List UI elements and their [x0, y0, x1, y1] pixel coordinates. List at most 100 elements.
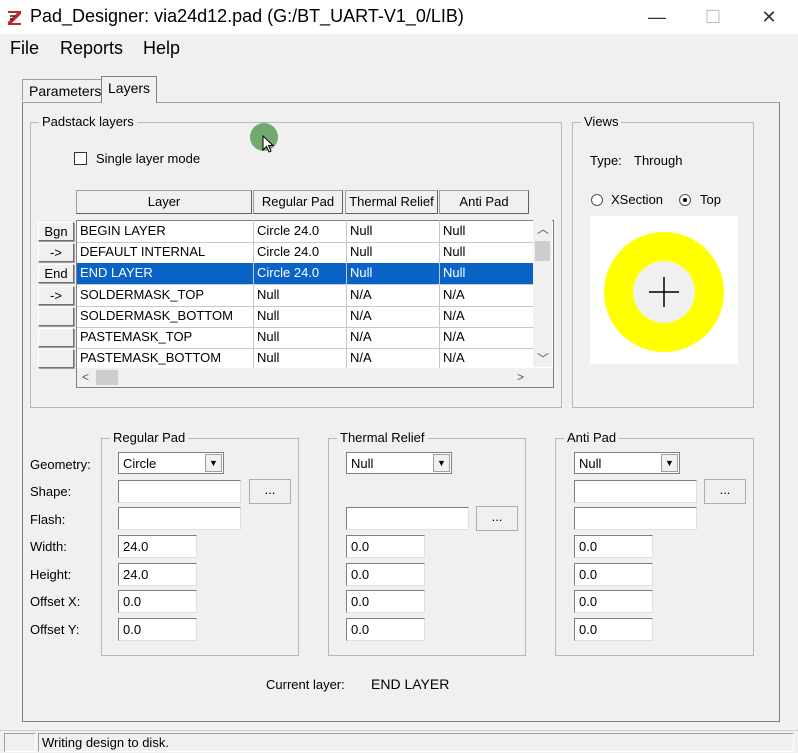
- column-header-anti-pad[interactable]: Anti Pad: [439, 190, 529, 214]
- geometry-label: Geometry:: [30, 457, 91, 472]
- table-cell-layer[interactable]: DEFAULT INTERNAL: [80, 244, 205, 259]
- regular-flash-field[interactable]: [118, 507, 241, 530]
- table-cell-regular[interactable]: Circle 24.0: [257, 265, 319, 280]
- thermal-flash-browse-button[interactable]: ...: [476, 506, 518, 531]
- anti-offset-x-field[interactable]: 0.0: [574, 590, 653, 613]
- table-horizontal-scrollbar[interactable]: < >: [77, 368, 553, 387]
- table-cell-layer[interactable]: SOLDERMASK_BOTTOM: [80, 308, 233, 323]
- table-cell-layer[interactable]: PASTEMASK_BOTTOM: [80, 350, 221, 365]
- regular-height-field[interactable]: 24.0: [118, 563, 197, 586]
- menu-file[interactable]: File: [10, 38, 39, 59]
- single-layer-mode-checkbox[interactable]: [74, 152, 87, 165]
- table-cell-regular[interactable]: Circle 24.0: [257, 244, 319, 259]
- scroll-up-icon[interactable]: ︿: [537, 220, 549, 237]
- thermal-geometry-select[interactable]: Null ▼: [346, 452, 452, 474]
- table-cell-anti[interactable]: N/A: [443, 329, 465, 344]
- row-button[interactable]: Bgn: [38, 222, 74, 241]
- regular-shape-browse-button[interactable]: ...: [249, 479, 291, 504]
- menu-help[interactable]: Help: [143, 38, 180, 59]
- table-cell-layer[interactable]: END LAYER: [80, 265, 153, 280]
- table-vertical-scrollbar[interactable]: ︿ ﹀: [533, 220, 552, 367]
- scroll-left-icon[interactable]: <: [82, 370, 89, 384]
- table-cell-thermal[interactable]: Null: [350, 244, 372, 259]
- chevron-down-icon[interactable]: ▼: [205, 454, 222, 472]
- table-cell-layer[interactable]: SOLDERMASK_TOP: [80, 287, 204, 302]
- anti-shape-field[interactable]: [574, 480, 697, 503]
- table-cell-anti[interactable]: Null: [443, 223, 465, 238]
- scroll-right-icon[interactable]: >: [517, 370, 524, 384]
- top-view-label: Top: [700, 192, 721, 207]
- table-cell-thermal[interactable]: N/A: [350, 308, 372, 323]
- table-row[interactable]: END LAYER Circle 24.0 Null Null: [77, 263, 533, 284]
- table-cell-anti[interactable]: Null: [443, 244, 465, 259]
- scroll-down-icon[interactable]: ﹀: [537, 350, 549, 367]
- table-cell-regular[interactable]: Null: [257, 350, 279, 365]
- regular-width-field[interactable]: 24.0: [118, 535, 197, 558]
- column-header-layer[interactable]: Layer: [76, 190, 252, 214]
- regular-geometry-select[interactable]: Circle ▼: [118, 452, 224, 474]
- table-row[interactable]: PASTEMASK_TOP Null N/A N/A: [77, 327, 533, 348]
- table-cell-thermal[interactable]: N/A: [350, 329, 372, 344]
- anti-flash-field[interactable]: [574, 507, 697, 530]
- anti-height-field[interactable]: 0.0: [574, 563, 653, 586]
- anti-geometry-select[interactable]: Null ▼: [574, 452, 680, 474]
- table-cell-anti[interactable]: N/A: [443, 350, 465, 365]
- height-label: Height:: [30, 567, 72, 582]
- column-header-regular-pad[interactable]: Regular Pad: [253, 190, 343, 214]
- vertical-scroll-thumb[interactable]: [535, 241, 550, 261]
- chevron-down-icon[interactable]: ▼: [661, 454, 678, 472]
- row-button[interactable]: ->: [38, 243, 74, 262]
- table-cell-layer[interactable]: PASTEMASK_TOP: [80, 329, 192, 344]
- thermal-height-field[interactable]: 0.0: [346, 563, 425, 586]
- row-button[interactable]: [38, 328, 74, 347]
- row-button[interactable]: [38, 307, 74, 326]
- table-cell-thermal[interactable]: N/A: [350, 350, 372, 365]
- chevron-down-icon[interactable]: ▼: [433, 454, 450, 472]
- regular-shape-field[interactable]: [118, 480, 241, 503]
- table-cell-thermal[interactable]: N/A: [350, 287, 372, 302]
- table-cell-thermal[interactable]: Null: [350, 265, 372, 280]
- table-row[interactable]: PASTEMASK_BOTTOM Null N/A N/A: [77, 348, 533, 369]
- row-button[interactable]: End: [38, 264, 74, 283]
- row-button[interactable]: ->: [38, 286, 74, 305]
- thermal-flash-field[interactable]: [346, 507, 469, 530]
- table-cell-anti[interactable]: N/A: [443, 287, 465, 302]
- thermal-offset-x-field[interactable]: 0.0: [346, 590, 425, 613]
- tab-parameters[interactable]: Parameters: [22, 79, 109, 101]
- table-cell-layer[interactable]: BEGIN LAYER: [80, 223, 166, 238]
- anti-shape-browse-button[interactable]: ...: [704, 479, 746, 504]
- row-button[interactable]: [38, 349, 74, 368]
- xsection-radio[interactable]: [591, 194, 603, 206]
- table-row[interactable]: SOLDERMASK_BOTTOM Null N/A N/A: [77, 306, 533, 327]
- thermal-width-field[interactable]: 0.0: [346, 535, 425, 558]
- table-cell-anti[interactable]: N/A: [443, 308, 465, 323]
- anti-width-field[interactable]: 0.0: [574, 535, 653, 558]
- views-title: Views: [581, 114, 622, 129]
- regular-pad-title: Regular Pad: [110, 430, 189, 445]
- table-row[interactable]: SOLDERMASK_TOP Null N/A N/A: [77, 285, 533, 306]
- table-row[interactable]: BEGIN LAYER Circle 24.0 Null Null: [77, 221, 533, 242]
- anti-offset-y-field[interactable]: 0.0: [574, 618, 653, 641]
- regular-offset-x-field[interactable]: 0.0: [118, 590, 197, 613]
- width-label: Width:: [30, 539, 67, 554]
- menu-reports[interactable]: Reports: [60, 38, 123, 59]
- grid-line: [439, 220, 440, 368]
- table-cell-anti[interactable]: Null: [443, 265, 465, 280]
- table-cell-regular[interactable]: Null: [257, 308, 279, 323]
- table-cell-regular[interactable]: Circle 24.0: [257, 223, 319, 238]
- regular-offset-y-field[interactable]: 0.0: [118, 618, 197, 641]
- horizontal-scroll-thumb[interactable]: [96, 370, 118, 385]
- offset-y-label: Offset Y:: [30, 622, 80, 637]
- thermal-offset-y-field[interactable]: 0.0: [346, 618, 425, 641]
- grid-line: [253, 220, 254, 368]
- column-header-thermal-relief[interactable]: Thermal Relief: [345, 190, 438, 214]
- table-cell-regular[interactable]: Null: [257, 329, 279, 344]
- minimize-button[interactable]: —: [632, 0, 682, 34]
- maximize-button[interactable]: ☐: [688, 0, 738, 34]
- table-cell-regular[interactable]: Null: [257, 287, 279, 302]
- close-button[interactable]: ✕: [744, 0, 794, 34]
- top-view-radio[interactable]: [679, 194, 691, 206]
- table-row[interactable]: DEFAULT INTERNAL Circle 24.0 Null Null: [77, 242, 533, 263]
- table-cell-thermal[interactable]: Null: [350, 223, 372, 238]
- tab-layers[interactable]: Layers: [101, 76, 158, 103]
